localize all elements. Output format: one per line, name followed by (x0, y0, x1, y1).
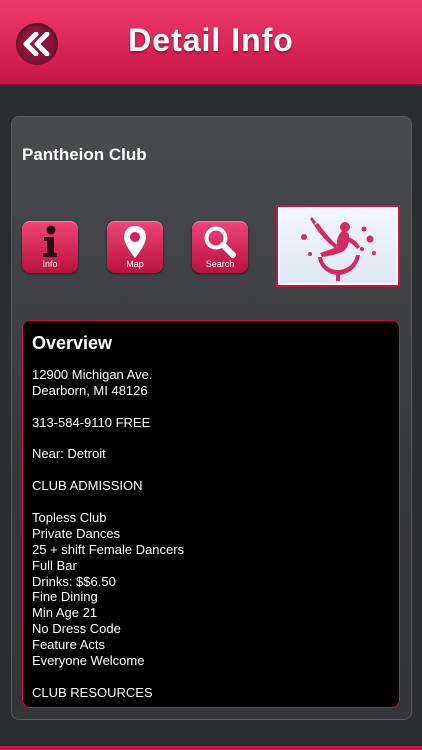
info-button[interactable]: Info (22, 221, 78, 273)
search-button-label: Search (205, 259, 235, 269)
map-pin-icon (124, 226, 146, 258)
overview-panel: Overview 12900 Michigan Ave. Dearborn, M… (22, 320, 400, 708)
overview-line (32, 494, 392, 510)
overview-line: Min Age 21 (32, 605, 98, 621)
detail-card: Pantheion Club Info Map Search Overview … (11, 116, 412, 720)
page-title: Detail Info (128, 22, 294, 58)
map-button-label: Map (126, 259, 144, 269)
overview-line: Full Bar (32, 557, 77, 573)
info-button-label: Info (42, 259, 58, 269)
info-icon (43, 225, 57, 257)
overview-line: Fine Dining (32, 589, 98, 605)
bottom-accent-bar (0, 746, 422, 750)
overview-line: 25 + shift Female Dancers (32, 541, 185, 557)
overview-line: Near: Detroit (32, 446, 106, 462)
woman-in-glass-icon (301, 217, 376, 281)
overview-line: Feature Acts (32, 637, 105, 653)
overview-line: Topless Club (32, 510, 107, 526)
overview-line (32, 669, 392, 685)
overview-line: Drinks: $$6.50 (32, 573, 116, 589)
overview-line (32, 431, 392, 447)
overview-line: Dearborn, MI 48126 (32, 382, 148, 398)
map-button[interactable]: Map (107, 221, 163, 273)
overview-line: CLUB RESOURCES (32, 684, 153, 700)
overview-line: 313-584-9110 FREE (32, 414, 151, 430)
overview-text: 12900 Michigan Ave. Dearborn, MI 48126 3… (32, 367, 392, 701)
overview-line: 12900 Michigan Ave. (32, 367, 153, 382)
overview-line: No Dress Code (32, 621, 121, 637)
overview-line: Everyone Welcome (32, 653, 145, 669)
overview-line (32, 462, 392, 478)
header-bar: Detail Info (0, 0, 422, 86)
overview-line: Private Dances (32, 525, 121, 541)
search-icon (204, 226, 236, 258)
overview-line (32, 399, 392, 415)
search-button[interactable]: Search (192, 221, 248, 273)
overview-title: Overview (32, 333, 113, 353)
overview-line: CLUB ADMISSION (32, 478, 143, 494)
club-logo (276, 205, 400, 287)
club-name: Pantheion Club (22, 145, 147, 164)
